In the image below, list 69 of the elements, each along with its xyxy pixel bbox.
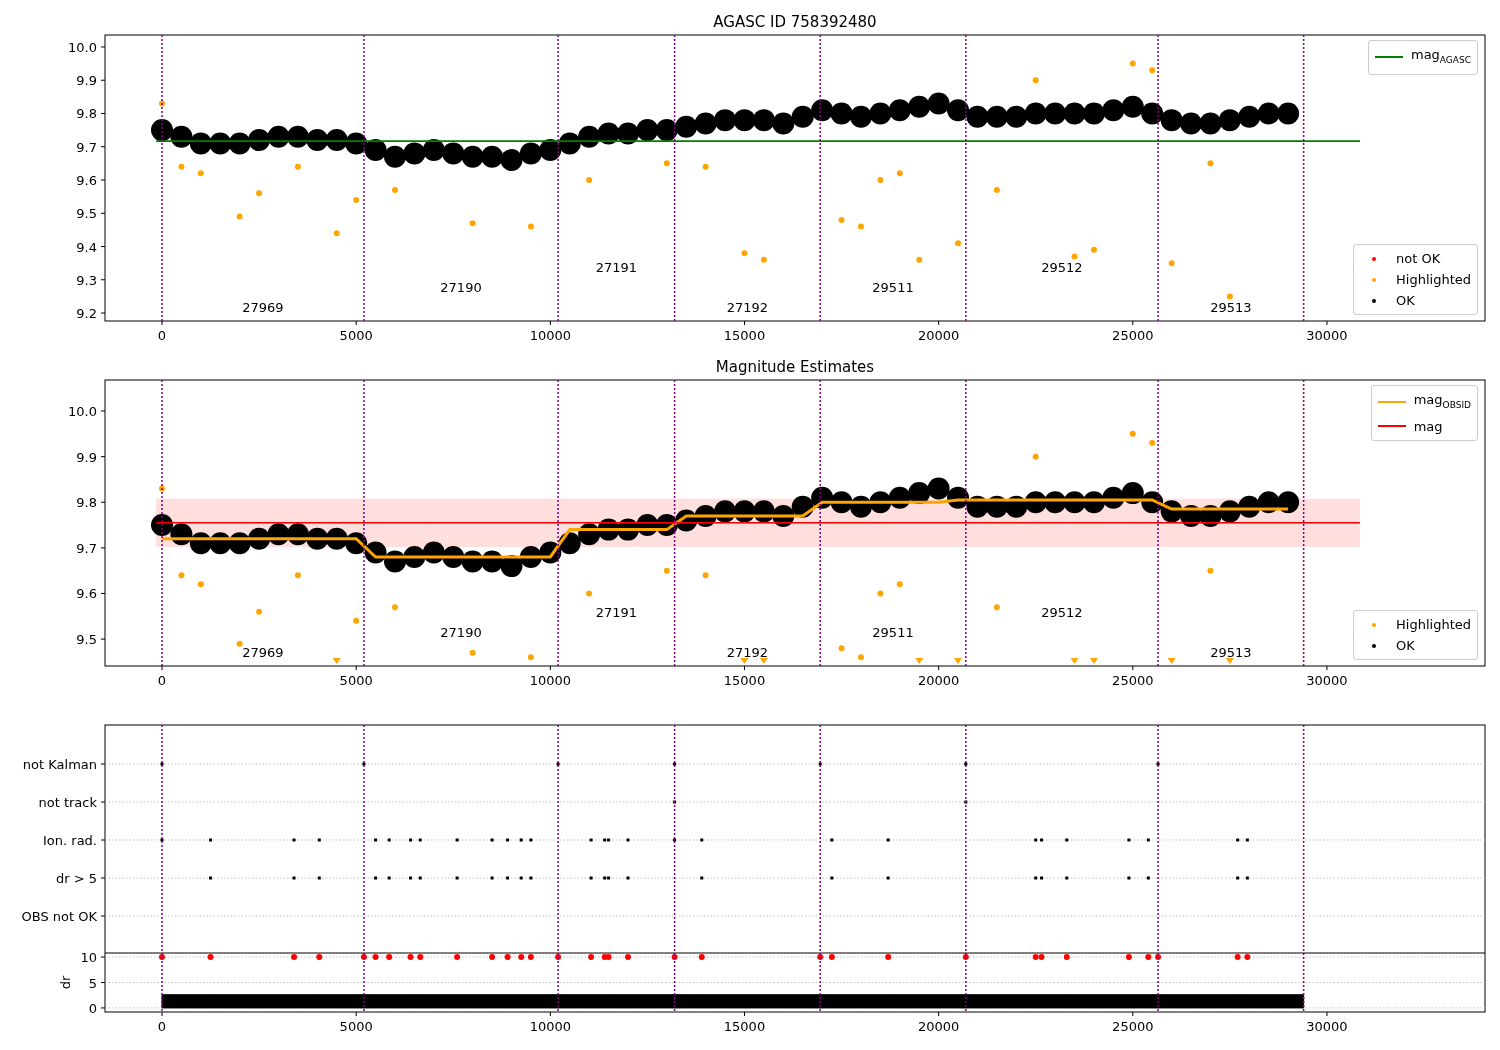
x-tick-label: 5000 (339, 328, 373, 343)
x-tick-label: 15000 (723, 673, 766, 688)
x-tick-label: 20000 (917, 1019, 960, 1034)
chart-title: AGASC ID 758392480 (713, 13, 877, 31)
y-tick-label: 9.5 (76, 632, 97, 648)
obsid-label: 29513 (1210, 299, 1252, 315)
obsid-label: 27969 (242, 299, 284, 315)
legend-label: mag$_{OBSID}$ (1413, 391, 1471, 412)
y-tick-label: 9.3 (76, 272, 97, 288)
obsid-label: 27191 (595, 259, 637, 275)
obsid-label: 29511 (872, 624, 914, 640)
y-tick-label: 9.6 (76, 173, 97, 188)
legend-label: Highlighted (1396, 616, 1471, 634)
x-tick-label: 30000 (1306, 328, 1348, 343)
row-label: OBS not OK (21, 909, 97, 924)
x-tick-label: 30000 (1306, 1019, 1348, 1034)
y-tick-label: 5 (88, 975, 97, 991)
y-tick-label: 0 (88, 1000, 97, 1016)
y-tick-label: 9.4 (76, 239, 97, 255)
x-tick-label: 15000 (723, 1019, 766, 1034)
y-tick-label: 9.5 (76, 206, 97, 222)
row-label: not track (38, 795, 97, 810)
obsid-label: 29512 (1041, 604, 1083, 620)
obsid-label: 27190 (440, 279, 482, 295)
axis-label: dr (58, 975, 73, 990)
obsid-label: 27969 (242, 644, 284, 660)
x-tick-label: 0 (157, 673, 167, 688)
x-tick-label: 10000 (529, 673, 571, 688)
obsid-label: 27190 (440, 624, 482, 640)
legend-label: Highlighted (1396, 271, 1471, 289)
y-tick-label: 10.0 (68, 404, 97, 419)
x-tick-label: 0 (157, 328, 167, 343)
y-tick-label: 9.6 (76, 586, 97, 602)
x-tick-label: 0 (157, 1019, 167, 1034)
x-tick-label: 25000 (1112, 673, 1154, 688)
row-label: dr > 5 (55, 871, 97, 886)
obsid-label: 27192 (726, 299, 769, 315)
obsid-label: 27192 (726, 644, 769, 660)
x-tick-label: 10000 (529, 328, 571, 343)
x-tick-label: 30000 (1306, 673, 1348, 688)
obsid-label: 29511 (872, 279, 914, 295)
y-tick-label: 9.2 (76, 306, 97, 321)
x-tick-label: 5000 (339, 1019, 373, 1034)
obsid-label: 29512 (1041, 259, 1083, 275)
y-tick-label: 9.9 (76, 73, 97, 89)
legend-label: not OK (1396, 250, 1441, 268)
legend-label: mag$_{AGASC}$ (1410, 46, 1471, 67)
row-label: not Kalman (22, 757, 97, 772)
y-tick-label: 9.8 (76, 495, 97, 511)
y-tick-label: 9.8 (76, 106, 97, 122)
x-tick-label: 25000 (1112, 1019, 1154, 1034)
obsid-label: 27191 (595, 604, 637, 620)
y-tick-label: 9.7 (76, 139, 97, 155)
legend-label: OK (1396, 292, 1415, 310)
y-tick-label: 9.9 (76, 449, 97, 465)
x-tick-label: 15000 (723, 328, 766, 343)
x-tick-label: 10000 (529, 1019, 571, 1034)
x-tick-label: 20000 (917, 328, 960, 343)
x-tick-label: 5000 (339, 673, 373, 688)
chart-title: Magnitude Estimates (715, 358, 875, 376)
row-label: Ion. rad. (43, 833, 97, 848)
y-tick-label: 10 (80, 953, 97, 966)
y-tick-label: 10.0 (68, 39, 97, 55)
obsid-label: 29513 (1210, 644, 1252, 660)
x-tick-label: 25000 (1112, 328, 1154, 343)
legend-label: OK (1396, 637, 1415, 655)
y-tick-label: 9.7 (76, 540, 97, 556)
legend-label: mag (1413, 417, 1443, 436)
x-tick-label: 20000 (917, 673, 960, 688)
